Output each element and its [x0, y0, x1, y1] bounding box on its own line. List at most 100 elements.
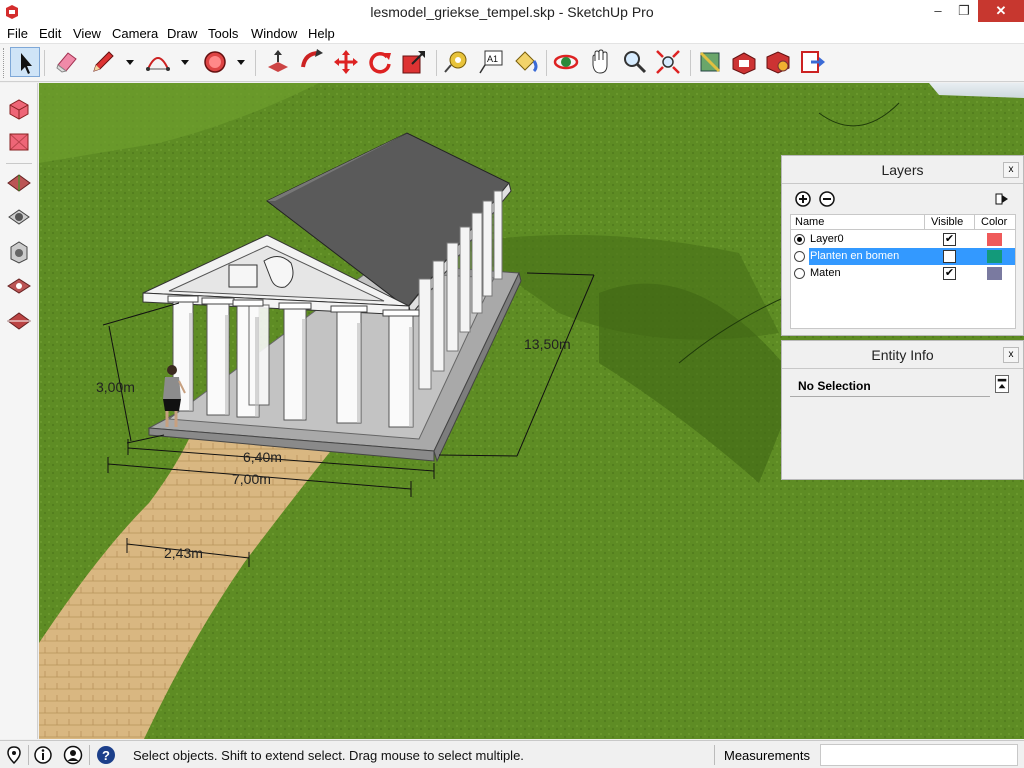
scale-icon[interactable]: [399, 47, 429, 77]
status-message: Select objects. Shift to extend select. …: [133, 748, 524, 763]
menu-help[interactable]: Help: [308, 26, 335, 41]
entity-info-title: Entity Info: [782, 341, 1023, 369]
layers-details-icon[interactable]: [994, 191, 1010, 207]
menu-view[interactable]: View: [73, 26, 101, 41]
menu-window[interactable]: Window: [251, 26, 297, 41]
measurements-label: Measurements: [724, 748, 810, 763]
active-layer-radio[interactable]: [794, 268, 805, 279]
layer-visible-checkbox[interactable]: ✔: [943, 233, 956, 246]
views-toolbar: [0, 83, 38, 739]
layer-color-swatch[interactable]: [987, 267, 1002, 280]
chevron-down-icon[interactable]: [180, 58, 190, 66]
layer-name[interactable]: Maten: [809, 265, 925, 282]
measurements-input[interactable]: [820, 744, 1018, 766]
push-pull-icon[interactable]: [263, 47, 293, 77]
layer-visible-checkbox[interactable]: [943, 250, 956, 263]
svg-text:A1: A1: [487, 54, 498, 64]
toolbar-divider: [690, 50, 691, 76]
menu-draw[interactable]: Draw: [167, 26, 197, 41]
pencil-icon[interactable]: [88, 47, 118, 77]
window-title: lesmodel_griekse_tempel.skp - SketchUp P…: [370, 4, 654, 20]
active-layer-radio[interactable]: [794, 234, 805, 245]
svg-text:?: ?: [102, 748, 110, 763]
toolbar-divider: [255, 50, 256, 76]
chevron-down-icon[interactable]: [236, 58, 246, 66]
right-view-icon[interactable]: [4, 203, 34, 233]
orbit-icon[interactable]: [551, 47, 581, 77]
close-window-button[interactable]: ✕: [978, 0, 1024, 22]
status-divider: [89, 745, 90, 765]
arc-icon[interactable]: [143, 47, 173, 77]
geolocation-icon[interactable]: [4, 745, 24, 765]
send-to-layout-icon[interactable]: [797, 47, 827, 77]
layer-row[interactable]: Maten ✔: [791, 265, 1015, 282]
chevron-down-icon[interactable]: [125, 58, 135, 66]
text-icon[interactable]: A1: [476, 47, 506, 77]
selection-status: No Selection: [790, 375, 990, 397]
zoom-icon[interactable]: [619, 47, 649, 77]
pan-icon[interactable]: [585, 47, 615, 77]
move-icon[interactable]: [331, 47, 361, 77]
layer-row[interactable]: Layer0 ✔: [791, 231, 1015, 248]
add-layer-icon[interactable]: [795, 191, 811, 207]
column-color-header[interactable]: Color: [981, 216, 1007, 228]
rotate-icon[interactable]: [365, 47, 395, 77]
maximize-button[interactable]: ❐: [948, 0, 980, 22]
layer-name[interactable]: Planten en bomen: [809, 248, 925, 265]
bottom-view-icon[interactable]: [4, 305, 34, 335]
extension-warehouse-icon[interactable]: [729, 47, 759, 77]
dimension-depth-label: 13,50m: [524, 336, 571, 352]
entity-info-panel: Entity Info x No Selection: [781, 340, 1024, 480]
shape-icon[interactable]: [200, 47, 230, 77]
column-name-header[interactable]: Name: [795, 216, 824, 228]
layers-panel: Layers x Name Visible Color Layer0 ✔ Plant…: [781, 155, 1024, 336]
zoom-extents-icon[interactable]: [653, 47, 683, 77]
select-icon[interactable]: [10, 47, 40, 77]
credits-icon[interactable]: [33, 745, 53, 765]
layers-table: Name Visible Color Layer0 ✔ Planten en bom…: [790, 214, 1016, 329]
iso-view-icon[interactable]: [4, 93, 34, 123]
column-divider[interactable]: [924, 215, 925, 230]
toggle-details-icon[interactable]: [995, 375, 1009, 393]
eraser-icon[interactable]: [52, 47, 82, 77]
menu-camera[interactable]: Camera: [112, 26, 158, 41]
menu-file[interactable]: File: [7, 26, 28, 41]
layers-panel-title: Layers: [782, 156, 1023, 184]
layer-color-swatch[interactable]: [987, 233, 1002, 246]
paint-bucket-icon[interactable]: [510, 47, 540, 77]
toolbar-grip[interactable]: [3, 48, 7, 78]
entity-info-close-button[interactable]: x: [1003, 347, 1019, 363]
help-icon[interactable]: ?: [96, 745, 116, 765]
status-divider: [28, 745, 29, 765]
title-bar: lesmodel_griekse_tempel.skp - SketchUp P…: [0, 0, 1024, 24]
layer-visible-checkbox[interactable]: ✔: [943, 267, 956, 280]
toolbar-divider: [6, 163, 32, 164]
layer-name[interactable]: Layer0: [809, 231, 925, 248]
layout-icon[interactable]: [763, 47, 793, 77]
menu-edit[interactable]: Edit: [39, 26, 61, 41]
layers-close-button[interactable]: x: [1003, 162, 1019, 178]
dimension-inner-width-label: 6,40m: [243, 449, 282, 465]
follow-me-icon[interactable]: [297, 47, 327, 77]
dimension-path-width-label: 2,43m: [164, 545, 203, 561]
left-view-icon[interactable]: [4, 271, 34, 301]
layers-table-header: Name Visible Color: [791, 215, 1015, 230]
status-divider: [714, 745, 715, 765]
delete-layer-icon[interactable]: [819, 191, 835, 207]
front-view-icon[interactable]: [4, 169, 34, 199]
tape-measure-icon[interactable]: [442, 47, 472, 77]
layer-color-swatch[interactable]: [987, 250, 1002, 263]
layer-row[interactable]: Planten en bomen: [791, 248, 1015, 265]
column-visible-header[interactable]: Visible: [931, 216, 963, 228]
3d-warehouse-icon[interactable]: [695, 47, 725, 77]
back-view-icon[interactable]: [4, 237, 34, 267]
toolbar-divider: [546, 50, 547, 76]
user-account-icon[interactable]: [63, 745, 83, 765]
toolbar-divider: [436, 50, 437, 76]
main-toolbar: A1: [0, 44, 1024, 82]
menu-tools[interactable]: Tools: [208, 26, 238, 41]
dimension-height-label: 3,00m: [96, 379, 135, 395]
column-divider[interactable]: [974, 215, 975, 230]
top-view-icon[interactable]: [4, 127, 34, 157]
active-layer-radio[interactable]: [794, 251, 805, 262]
